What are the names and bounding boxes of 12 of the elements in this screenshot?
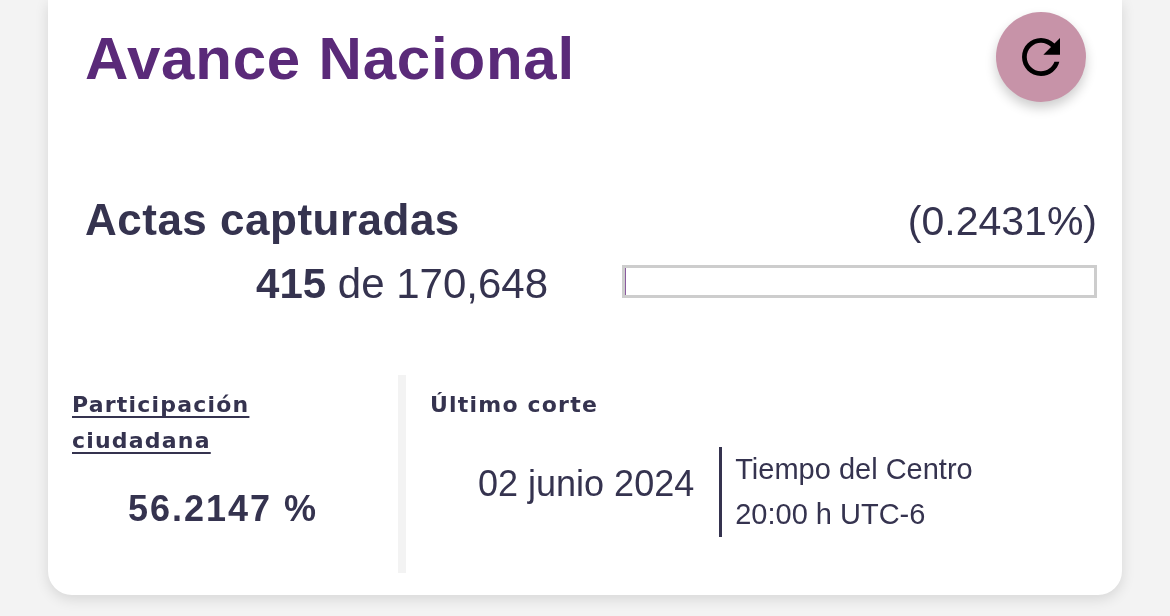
participation-value: 56.2147 % [127, 488, 319, 530]
refresh-button[interactable] [996, 12, 1086, 102]
percent-text: (0.2431%) [907, 197, 1097, 246]
refresh-icon [1022, 38, 1060, 76]
timezone-text: Tiempo del Centro [735, 452, 973, 488]
page-title: Avance Nacional [85, 29, 575, 89]
time-text: 20:00 h UTC-6 [735, 497, 926, 533]
date-text: 02 junio 2024 [478, 461, 695, 505]
section-label: Actas capturadas [85, 194, 460, 246]
count-text: 415 de 170,648 [256, 259, 548, 307]
section-heading: Último corte [430, 391, 598, 420]
participation-link[interactable]: Participación ciudadana [72, 387, 282, 460]
